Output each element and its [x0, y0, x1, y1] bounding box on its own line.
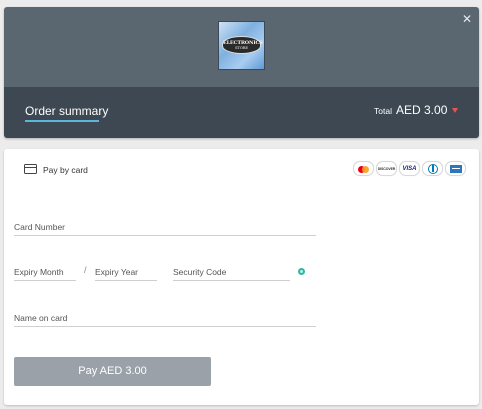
mastercard-icon	[353, 161, 374, 176]
logo-subtitle: STORE	[235, 46, 248, 50]
merchant-banner: ✕ ELECTRONICS STORE	[4, 7, 479, 87]
card-number-underline	[14, 235, 316, 236]
credit-card-icon	[24, 164, 37, 174]
security-code-field[interactable]: Security Code	[173, 267, 226, 277]
total-label: Total	[374, 106, 392, 116]
pay-button[interactable]: Pay AED 3.00	[14, 357, 211, 386]
logo-emblem: ELECTRONICS STORE	[222, 36, 263, 54]
expiry-year-underline	[95, 280, 157, 281]
security-code-underline	[173, 280, 290, 281]
amex-icon	[445, 161, 466, 176]
order-summary-tab[interactable]: Order summary	[25, 104, 108, 118]
payment-method-label: Pay by card	[43, 165, 88, 175]
name-on-card-underline	[14, 326, 316, 327]
order-header: ✕ ELECTRONICS STORE Order summary Total …	[4, 7, 479, 138]
caret-down-icon[interactable]	[452, 108, 458, 113]
visa-icon: VISA	[399, 161, 420, 176]
diners-club-icon	[422, 161, 443, 176]
name-on-card-field[interactable]: Name on card	[14, 313, 67, 323]
help-icon[interactable]	[298, 268, 305, 275]
summary-bar: Order summary Total AED 3.00	[4, 87, 479, 138]
order-summary-underline	[25, 120, 99, 122]
total-amount: AED 3.00	[396, 103, 448, 117]
expiry-separator: /	[84, 265, 87, 275]
store-logo: ELECTRONICS STORE	[218, 21, 265, 70]
discover-icon: DISCOVER	[376, 161, 397, 176]
expiry-year-field[interactable]: Expiry Year	[95, 267, 138, 277]
expiry-month-field[interactable]: Expiry Month	[14, 267, 64, 277]
payment-form: Pay by card DISCOVER VISA Card Number Ex…	[4, 149, 479, 405]
close-icon[interactable]: ✕	[461, 13, 473, 25]
card-number-field[interactable]: Card Number	[14, 222, 65, 232]
expiry-month-underline	[14, 280, 76, 281]
